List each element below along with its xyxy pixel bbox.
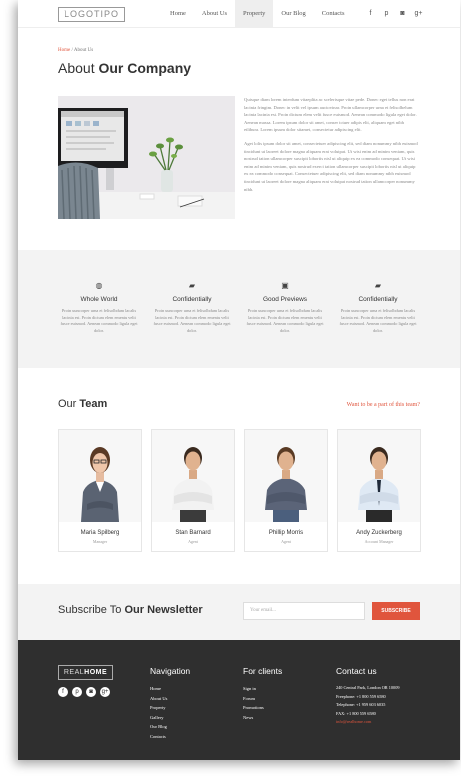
- footer-forum-link[interactable]: Forum: [243, 694, 264, 704]
- pinterest-icon[interactable]: p: [382, 9, 391, 18]
- footer-contact-title: Contact us: [336, 666, 377, 676]
- footer-promotions-link[interactable]: Promotions: [243, 703, 264, 713]
- member-photo: [338, 430, 420, 522]
- member-photo: [245, 430, 327, 522]
- nav-our-blog[interactable]: Our Blog: [273, 0, 313, 28]
- page-title-bold: Our Company: [98, 60, 192, 76]
- member-role: Agent: [281, 539, 291, 544]
- facebook-icon[interactable]: f: [366, 9, 375, 18]
- member-role: Manager: [92, 539, 108, 544]
- feature-good-previews: ▣ Good Previews Proin uuncorper urna et …: [244, 281, 326, 334]
- footer-nav-our-blog[interactable]: Our Blog: [150, 722, 167, 732]
- about-paragraph-2: Aget lolis ipsum dolor sit amet, consect…: [244, 140, 418, 192]
- footer-news-link[interactable]: News: [243, 713, 264, 723]
- feature-title: Whole World: [80, 296, 118, 303]
- feature-text: Proin uuncorper urna et felisolbdum laca…: [60, 308, 138, 333]
- member-name: Stan Barnard: [175, 530, 211, 536]
- team-title-light: Our: [58, 398, 80, 410]
- feature-confidentially-2: ▰ Confidentially Proin uuncorper urna et…: [337, 281, 419, 334]
- page: LOGOTIPO Home About Us Property Our Blog…: [18, 0, 460, 760]
- footer-clients-list: Sign in Forum Promotions News: [243, 684, 264, 722]
- google-plus-icon[interactable]: g+: [100, 687, 110, 697]
- site-header: LOGOTIPO Home About Us Property Our Blog…: [18, 0, 460, 28]
- instagram-icon[interactable]: ◙: [398, 9, 407, 18]
- page-title-light: About: [58, 60, 99, 76]
- pinterest-icon[interactable]: p: [72, 687, 82, 697]
- nav-home[interactable]: Home: [162, 0, 194, 28]
- contact-telephone: Telephone: +1 959 603 6035: [336, 702, 386, 708]
- instagram-icon[interactable]: ◙: [86, 687, 96, 697]
- member-photo: [59, 430, 141, 522]
- team-card[interactable]: Andy Zuckerberg Account Manager: [337, 429, 421, 552]
- nav-contacts[interactable]: Contacts: [314, 0, 353, 28]
- breadcrumb-home[interactable]: Home: [58, 48, 70, 53]
- feature-title: Confidentially: [358, 296, 398, 303]
- feature-text: Proin uuncorper urna et felisolbdum laca…: [246, 308, 324, 333]
- newsletter-title-light: Subscribe To: [58, 604, 125, 616]
- member-name: Andy Zuckerberg: [356, 530, 402, 536]
- feature-text: Proin uuncorper urna et felisolbdum laca…: [339, 308, 417, 333]
- contact-email-link[interactable]: info@realhome.com: [336, 718, 400, 727]
- about-image: [58, 96, 235, 219]
- feature-confidentially: ▰ Confidentially Proin uuncorper urna et…: [151, 281, 233, 334]
- member-name: Phillip Morris: [268, 530, 304, 536]
- main-nav: Home About Us Property Our Blog Contacts: [162, 0, 353, 28]
- feature-title: Confidentially: [172, 296, 212, 303]
- footer-nav-contacts[interactable]: Contacts: [150, 732, 167, 742]
- about-text: Quisque diam lorem interdum vitaeplita a…: [244, 96, 420, 199]
- breadcrumb-current: About Us: [73, 48, 94, 53]
- subscribe-button[interactable]: SUBSCRIBE: [372, 602, 420, 620]
- footer-nav-property[interactable]: Property: [150, 703, 167, 713]
- globe-icon: ◍: [95, 281, 103, 290]
- contact-fax: FAX: +1 800 559 6580: [336, 710, 376, 716]
- feature-text: Proin uuncorper urna et felisolbdum laca…: [153, 308, 231, 333]
- nav-about-us[interactable]: About Us: [194, 0, 235, 28]
- footer-logo-light: REAL: [63, 669, 85, 676]
- footer-sign-in-link[interactable]: Sign in: [243, 684, 264, 694]
- breadcrumb: Home / About Us: [58, 48, 93, 53]
- member-name: Maria Spilberg: [80, 530, 120, 536]
- footer-clients-title: For clients: [243, 666, 283, 676]
- join-team-link[interactable]: Want to be a part of this team?: [347, 402, 420, 408]
- footer-logo-bold: HOME: [84, 669, 108, 676]
- footer-logo[interactable]: REALHOME: [58, 665, 113, 680]
- feature-title: Good Previews: [262, 296, 308, 303]
- feature-whole-world: ◍ Whole World Proin uuncorper urna et fe…: [58, 281, 140, 334]
- contact-freephone: Freephone: +1 800 559 6580: [336, 693, 386, 699]
- team-title: Our Team: [58, 398, 107, 410]
- image-icon: ▣: [281, 281, 289, 290]
- google-plus-icon[interactable]: g+: [414, 9, 423, 18]
- footer-navigation-title: Navigation: [150, 666, 191, 676]
- footer-nav-gallery[interactable]: Gallery: [150, 713, 167, 723]
- contact-address: 240 Central Park, London OR 10009: [336, 685, 400, 690]
- member-role: Account Manager: [364, 539, 394, 544]
- member-role: Agent: [188, 539, 198, 544]
- logo[interactable]: LOGOTIPO: [58, 7, 126, 22]
- footer-nav-home[interactable]: Home: [150, 684, 167, 694]
- nav-property[interactable]: Property: [235, 0, 274, 28]
- newsletter-title-bold: Our Newsletter: [124, 604, 203, 616]
- footer-nav-about-us[interactable]: About Us: [150, 694, 167, 704]
- team-card[interactable]: Stan Barnard Agent: [151, 429, 235, 552]
- facebook-icon[interactable]: f: [58, 687, 68, 697]
- header-social: f p ◙ g+: [366, 9, 423, 18]
- footer-contact-info: 240 Central Park, London OR 10009 Freeph…: [336, 684, 400, 727]
- footer-navigation-list: Home About Us Property Gallery Our Blog …: [150, 684, 167, 742]
- team-card[interactable]: Maria Spilberg Manager: [58, 429, 142, 552]
- newsletter-email-input[interactable]: Your email...: [243, 602, 365, 620]
- briefcase-icon: ▰: [188, 281, 196, 290]
- briefcase-icon: ▰: [374, 281, 382, 290]
- about-paragraph-1: Quisque diam lorem interdum vitaeplita a…: [244, 97, 417, 133]
- team-title-bold: Team: [79, 398, 108, 410]
- newsletter-title: Subscribe To Our Newsletter: [58, 604, 203, 616]
- footer-social: f p ◙ g+: [58, 687, 110, 697]
- member-photo: [152, 430, 234, 522]
- team-card[interactable]: Phillip Morris Agent: [244, 429, 328, 552]
- page-title: About Our Company: [58, 60, 191, 76]
